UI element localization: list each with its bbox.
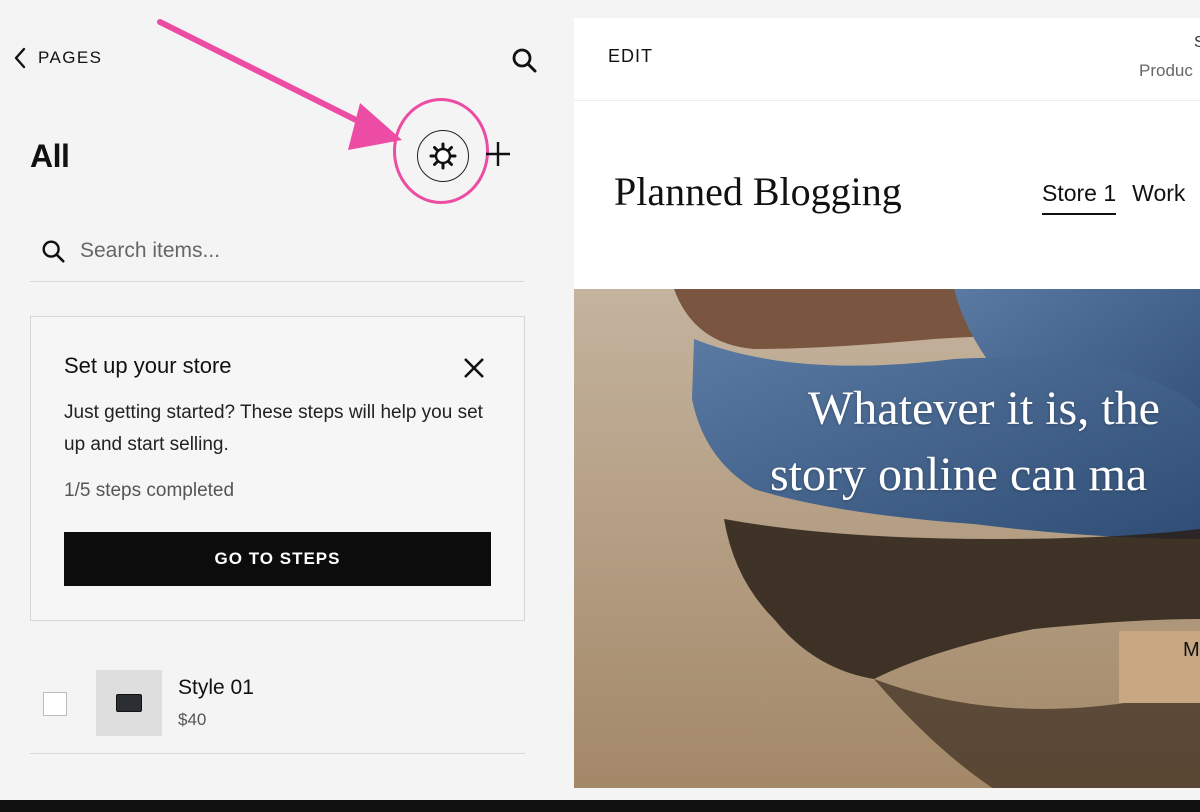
hero-cta-button[interactable]: M xyxy=(1119,631,1200,703)
product-price: $40 xyxy=(178,710,207,729)
site-preview: EDIT S Produc Planned Blogging Store 1 W… xyxy=(574,18,1200,788)
preview-top-label: S xyxy=(1194,34,1200,51)
plus-icon[interactable] xyxy=(484,140,512,168)
hero-headline-line-2: story online can ma xyxy=(770,448,1148,501)
site-title: Planned Blogging xyxy=(614,169,902,214)
nav-item-store[interactable]: Store 1 xyxy=(1042,180,1117,215)
chevron-left-icon xyxy=(14,47,26,69)
nav-item-work[interactable]: Work xyxy=(1132,180,1185,215)
search-icon xyxy=(42,240,65,263)
edit-button[interactable]: EDIT xyxy=(608,46,653,67)
gear-icon xyxy=(429,142,457,170)
search-input[interactable] xyxy=(80,238,480,263)
search-bar xyxy=(30,220,524,282)
card-description: Just getting started? These steps will h… xyxy=(64,402,483,455)
pages-panel: PAGES All Search items... Set up your st… xyxy=(0,0,560,800)
settings-button[interactable] xyxy=(417,130,469,182)
panel-title: All xyxy=(30,138,70,174)
wallet-image xyxy=(116,694,142,712)
product-checkbox[interactable] xyxy=(43,692,67,716)
product-name: Style 01 xyxy=(178,676,254,699)
search-icon[interactable] xyxy=(510,46,538,74)
setup-store-card: Set up your store Just getting started? … xyxy=(30,316,525,621)
topbar-divider xyxy=(574,100,1200,101)
hero-image xyxy=(574,289,1200,788)
card-title: Set up your store xyxy=(64,353,232,378)
go-to-steps-button[interactable]: GO TO STEPS xyxy=(64,532,491,586)
back-label: PAGES xyxy=(38,48,103,67)
hero-headline-line-1: Whatever it is, the xyxy=(808,382,1160,435)
product-row[interactable]: Style 01 $40 xyxy=(30,660,525,754)
hero-banner: Whatever it is, the story online can ma … xyxy=(574,289,1200,788)
back-to-pages-link[interactable]: PAGES xyxy=(12,46,102,70)
product-thumbnail xyxy=(96,670,162,736)
app-root: PAGES All Search items... Set up your st… xyxy=(0,0,1200,812)
site-nav: Store 1 Work xyxy=(1042,180,1185,215)
steps-progress: 1/5 steps completed xyxy=(64,480,235,501)
close-icon[interactable] xyxy=(461,355,487,381)
bottom-bar xyxy=(0,800,1200,812)
preview-top-sublabel: Produc xyxy=(1139,61,1193,80)
